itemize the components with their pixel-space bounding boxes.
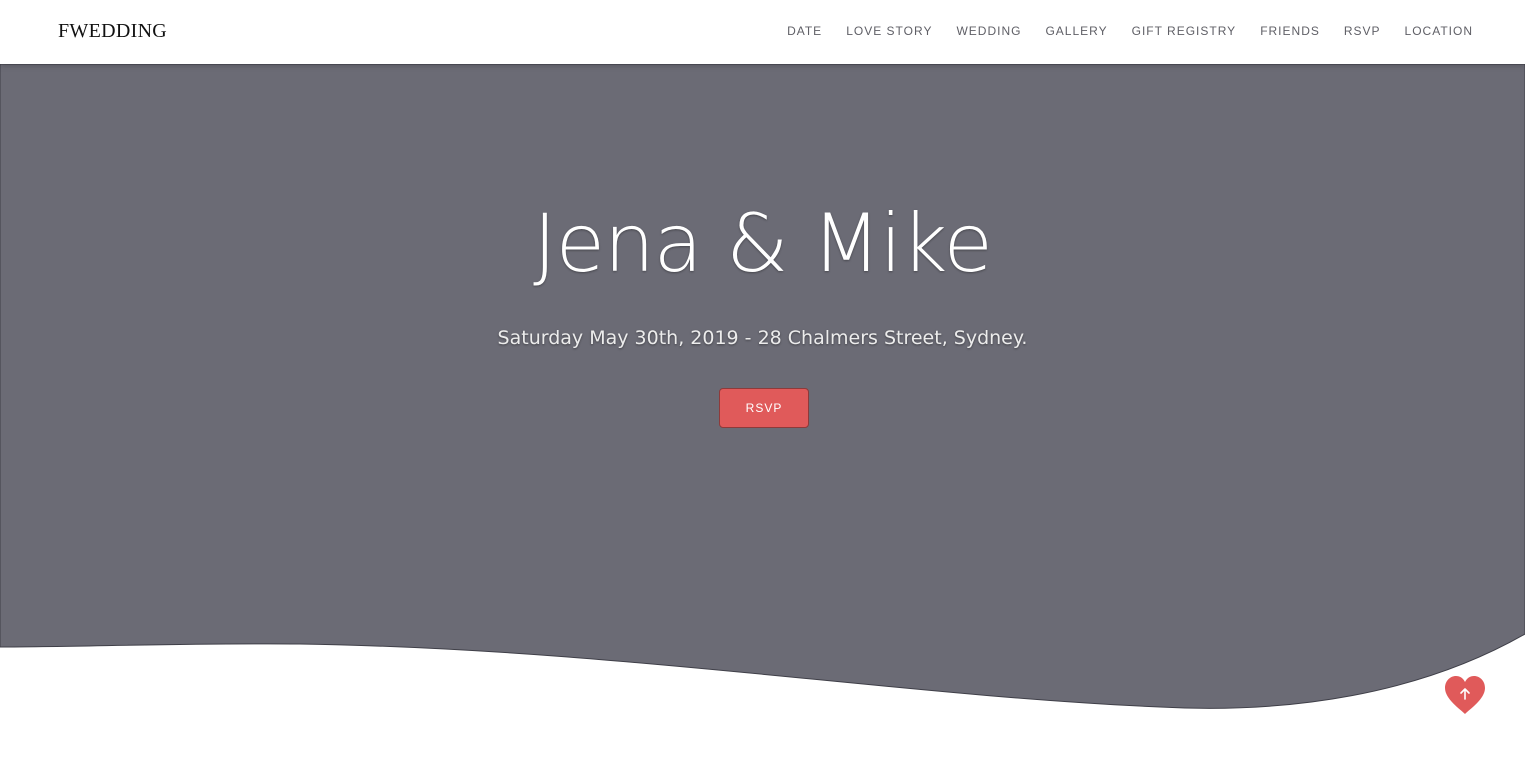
nav-link-gallery[interactable]: GALLERY <box>1045 23 1107 39</box>
nav-link-rsvp[interactable]: RSVP <box>1344 23 1381 39</box>
nav-link-friends[interactable]: FRIENDS <box>1260 23 1320 39</box>
nav-link-wedding[interactable]: WEDDING <box>956 23 1021 39</box>
rsvp-button[interactable]: RSVP <box>719 388 809 428</box>
hero-title: Jena & Mike <box>533 197 993 290</box>
hero-subtitle: Saturday May 30th, 2019 - 28 Chalmers St… <box>497 327 1028 349</box>
heart-arrow-up-icon <box>1445 676 1485 714</box>
nav-link-gift-registry[interactable]: GIFT REGISTRY <box>1132 23 1237 39</box>
nav-link-date[interactable]: DATE <box>787 23 822 39</box>
top-navbar: FWEDDING DATE LOVE STORY WEDDING GALLERY… <box>0 0 1525 64</box>
nav-link-love-story[interactable]: LOVE STORY <box>846 23 932 39</box>
brand-logo[interactable]: FWEDDING <box>58 19 167 43</box>
scroll-to-top-button[interactable] <box>1442 674 1488 716</box>
hero-section: Jena & Mike Saturday May 30th, 2019 - 28… <box>0 64 1525 767</box>
nav-link-location[interactable]: LOCATION <box>1405 23 1473 39</box>
nav-links: DATE LOVE STORY WEDDING GALLERY GIFT REG… <box>787 23 1473 39</box>
